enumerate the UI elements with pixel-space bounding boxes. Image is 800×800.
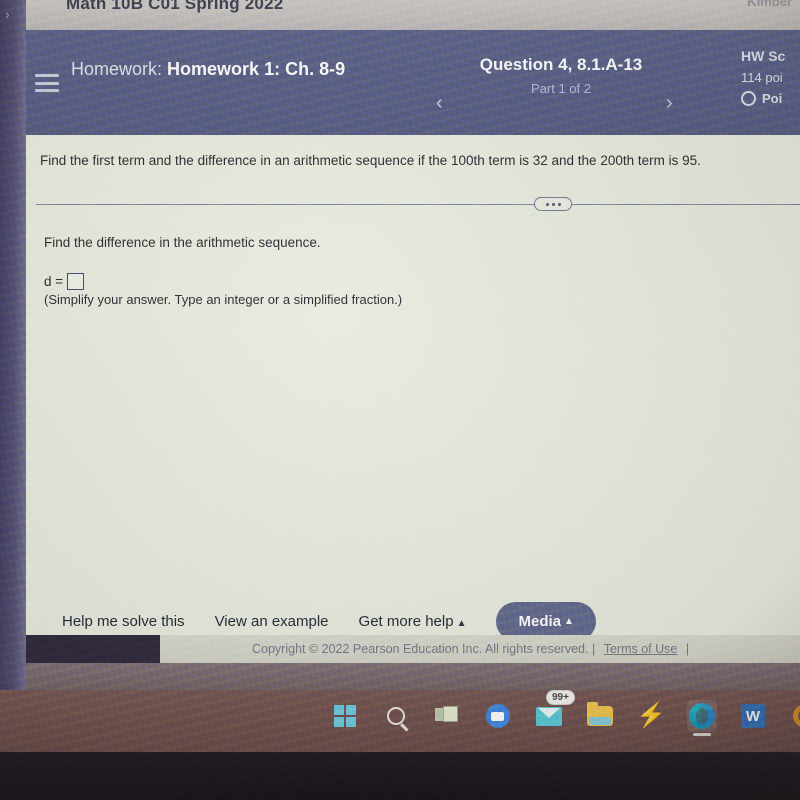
user-name: Kimber <box>747 0 792 9</box>
question-stem: Find the first term and the difference i… <box>40 153 701 168</box>
course-title-band: Math 10B C01 Spring 2022 Kimber <box>26 0 800 30</box>
answer-row: d = <box>44 273 85 290</box>
mail-badge: 99+ <box>546 690 575 705</box>
section-divider <box>36 197 800 211</box>
get-more-help-button[interactable]: Get more help ▲ <box>359 613 467 630</box>
left-edge-strip <box>0 0 26 690</box>
help-me-solve-this-button[interactable]: Help me solve this <box>62 613 185 630</box>
media-label: Media <box>518 612 561 630</box>
view-an-example-button[interactable]: View an example <box>215 613 329 630</box>
left-chevron-icon[interactable]: › <box>5 6 10 22</box>
copyright-text: Copyright © 2022 Pearson Education Inc. … <box>252 642 589 656</box>
hw-score-panel: HW Sc 114 poi Poi <box>741 48 785 106</box>
edge-icon[interactable] <box>687 700 717 736</box>
progress-circle-icon <box>741 91 756 106</box>
terms-of-use-link[interactable]: Terms of Use <box>604 642 678 656</box>
exercise-panel: Find the first term and the difference i… <box>26 135 800 641</box>
sub-question-text: Find the difference in the arithmetic se… <box>44 235 321 250</box>
question-title: Question 4, 8.1.A-13 <box>479 55 643 74</box>
footer-separator-2: | <box>685 642 690 656</box>
previous-question-button[interactable]: ‹ <box>436 92 443 115</box>
desktop-gap <box>0 663 800 690</box>
screen-root: › Math 10B C01 Spring 2022 Kimber Homewo… <box>0 0 800 800</box>
task-view-icon[interactable] <box>432 700 462 732</box>
answer-hint: (Simplify your answer. Type an integer o… <box>44 292 403 307</box>
word-icon-letter: W <box>741 704 765 728</box>
hw-score-title: HW Sc <box>741 48 786 64</box>
course-title: Math 10B C01 Spring 2022 <box>66 0 284 13</box>
homework-name: Homework 1: Ch. 8-9 <box>167 59 346 79</box>
ellipsis-expander-icon[interactable] <box>534 197 572 211</box>
page-footer: Copyright © 2022 Pearson Education Inc. … <box>160 635 800 663</box>
footer-text: Copyright © 2022 Pearson Education Inc. … <box>160 642 689 656</box>
orange-app-icon[interactable] <box>789 700 800 732</box>
windows-taskbar: 99+ ⚡ W <box>0 690 800 752</box>
media-caret-up-icon: ▲ <box>564 615 574 627</box>
hamburger-menu-icon[interactable] <box>35 74 59 92</box>
footer-separator-1: | <box>591 642 596 656</box>
mail-icon[interactable]: 99+ <box>534 690 575 732</box>
search-icon[interactable] <box>381 700 411 732</box>
zoom-icon[interactable] <box>483 700 513 732</box>
answer-input[interactable] <box>67 273 85 290</box>
taskbar-icons: 99+ ⚡ W <box>330 690 800 736</box>
question-info: Question 4, 8.1.A-13 Part 1 of 2 <box>466 55 656 96</box>
homework-label: Homework: Homework 1: Ch. 8-9 <box>71 58 371 81</box>
progress-row: Poi <box>741 91 785 106</box>
get-more-help-label: Get more help <box>358 612 454 630</box>
progress-label: Poi <box>762 91 783 106</box>
lightning-icon[interactable]: ⚡ <box>636 700 666 732</box>
word-icon[interactable]: W <box>738 700 768 732</box>
hw-points: 114 poi <box>741 70 783 85</box>
next-question-button[interactable]: › <box>666 92 673 115</box>
homework-prefix: Homework: <box>71 59 163 79</box>
caret-up-icon: ▲ <box>456 617 467 629</box>
answer-label: d = <box>44 274 64 289</box>
file-explorer-icon[interactable] <box>585 700 615 732</box>
divider-line <box>36 204 800 205</box>
mathxl-header: Homework: Homework 1: Ch. 8-9 ‹ › Questi… <box>26 30 800 135</box>
start-icon[interactable] <box>330 700 360 732</box>
screen-bottom-edge <box>0 752 800 800</box>
question-part: Part 1 of 2 <box>531 81 591 96</box>
